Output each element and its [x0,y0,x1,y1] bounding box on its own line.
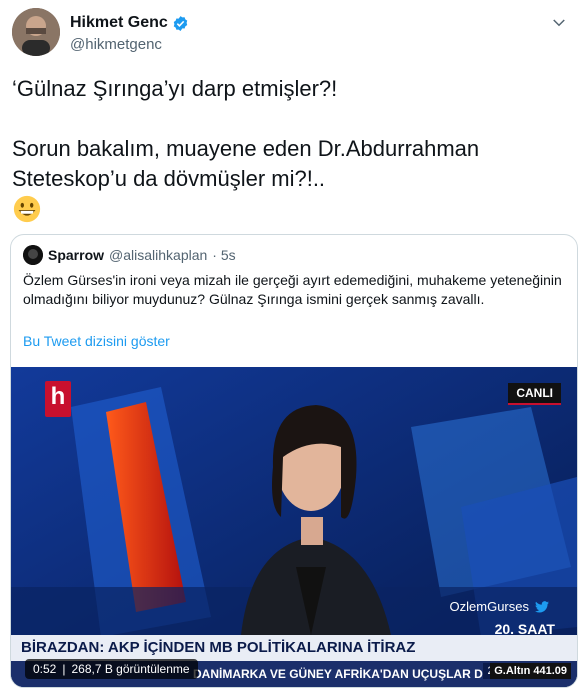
video-stats-badge: 0:52 | 268,7 B görüntülenme [25,659,198,679]
grinning-face-emoji-icon [13,195,41,223]
quoted-tweet[interactable]: Sparrow @alisalihkaplan · 5s Özlem Gürse… [10,234,578,688]
video-player[interactable]: h CANLI OzlemGurses 20. SAAT BİRAZDAN: A… [11,367,577,687]
chevron-down-icon[interactable] [550,14,568,32]
channel-logo: h [45,381,71,417]
author-handle[interactable]: @hikmetgenc [70,36,162,53]
tweet-text: ‘Gülnaz Şırınga’yı darp etmişler?! Sorun… [12,74,568,194]
bird-icon [535,600,549,613]
author-avatar[interactable] [12,8,60,56]
quote-author-handle[interactable]: @alisalihkaplan [109,247,207,263]
headline-bar: BİRAZDAN: AKP İÇİNDEN MB POLİTİKALARINA … [11,635,577,661]
quote-author-name[interactable]: Sparrow [48,247,104,263]
show-thread-link[interactable]: Bu Tweet dizisini göster [23,333,170,349]
video-views: 268,7 B görüntülenme [71,662,190,676]
author-name[interactable]: Hikmet Genc [70,14,168,32]
presenter-handle: OzlemGurses [449,599,529,614]
gold-price: G.Altın 441.09 [490,663,571,679]
live-badge: CANLI [508,383,561,405]
quote-timestamp[interactable]: · 5s [212,247,235,263]
video-duration: 0:52 [33,662,57,676]
tweet-header: Hikmet Genc @hikmetgenc [12,8,572,64]
tweet-line-1: ‘Gülnaz Şırınga’yı darp etmişler?! [12,76,338,101]
quote-text: Özlem Gürses'in ironi veya mizah ile ger… [23,272,562,307]
verified-badge-icon [173,15,188,31]
tweet-line-2: Sorun bakalım, muayene eden Dr.Abdurrahm… [12,136,480,191]
presenter-handle-overlay: OzlemGurses [450,599,549,614]
quote-avatar[interactable] [23,245,43,265]
